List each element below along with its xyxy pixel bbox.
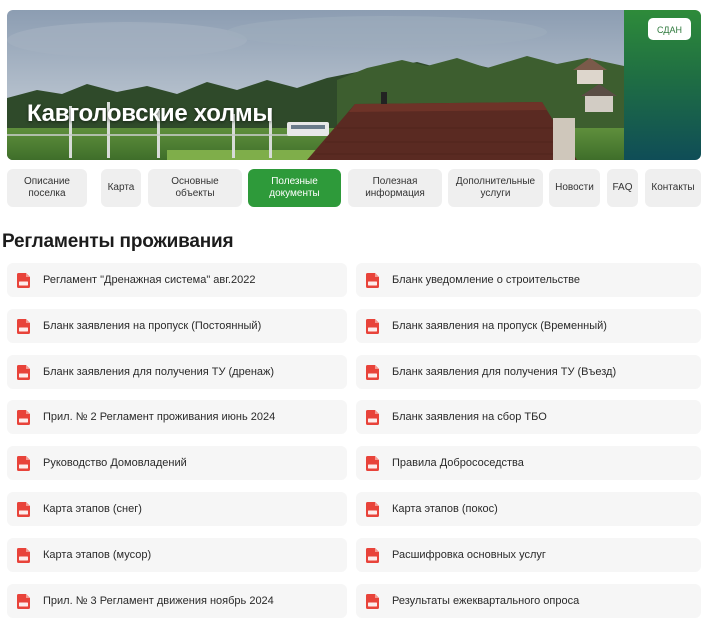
document-item[interactable]: Руководство Домовладений xyxy=(7,446,347,480)
document-label: Прил. № 2 Регламент проживания июнь 2024 xyxy=(43,411,276,423)
nav-item-faq[interactable]: FAQ xyxy=(607,169,638,207)
nav-item-useful-documents[interactable]: Полезные документы xyxy=(248,169,341,207)
document-item[interactable]: Результаты ежеквартального опроса xyxy=(356,584,701,618)
document-item[interactable]: Бланк заявления для получения ТУ (Въезд) xyxy=(356,355,701,389)
document-label: Бланк заявления для получения ТУ (Въезд) xyxy=(392,366,617,378)
document-label: Регламент "Дренажная система" авг.2022 xyxy=(43,274,256,286)
pdf-file-icon xyxy=(17,409,30,425)
document-label: Правила Добрососедства xyxy=(392,457,524,469)
document-item[interactable]: Правила Добрососедства xyxy=(356,446,701,480)
pdf-file-icon xyxy=(17,593,30,609)
document-label: Карта этапов (мусор) xyxy=(43,549,152,561)
document-item[interactable]: Бланк заявления на пропуск (Постоянный) xyxy=(7,309,347,343)
document-item[interactable]: Прил. № 2 Регламент проживания июнь 2024 xyxy=(7,400,347,434)
nav-item-description[interactable]: Описание поселка xyxy=(7,169,87,207)
pdf-file-icon xyxy=(366,593,379,609)
document-item[interactable]: Прил. № 3 Регламент движения ноябрь 2024 xyxy=(7,584,347,618)
document-label: Бланк заявления на пропуск (Временный) xyxy=(392,320,607,332)
document-label: Бланк заявления на пропуск (Постоянный) xyxy=(43,320,262,332)
document-item[interactable]: Карта этапов (покос) xyxy=(356,492,701,526)
pdf-file-icon xyxy=(17,501,30,517)
pdf-file-icon xyxy=(17,455,30,471)
pdf-file-icon xyxy=(366,409,379,425)
document-label: Бланк заявления для получения ТУ (дренаж… xyxy=(43,366,275,378)
document-item[interactable]: Бланк заявления на пропуск (Временный) xyxy=(356,309,701,343)
document-list: Регламент "Дренажная система" авг.2022 Бл… xyxy=(0,263,701,620)
pdf-file-icon xyxy=(366,272,379,288)
hero-side-panel: СДАН xyxy=(624,10,701,160)
nav-item-useful-info[interactable]: Полезная информация xyxy=(348,169,442,207)
document-item[interactable]: Бланк заявления для получения ТУ (дренаж… xyxy=(7,355,347,389)
pdf-file-icon xyxy=(17,364,30,380)
pdf-file-icon xyxy=(17,318,30,334)
document-item[interactable]: Бланк уведомление о строительстве xyxy=(356,263,701,297)
pdf-file-icon xyxy=(366,547,379,563)
document-label: Карта этапов (покос) xyxy=(392,503,498,515)
document-label: Бланк заявления на сбор ТБО xyxy=(392,411,547,423)
document-label: Бланк уведомление о строительстве xyxy=(392,274,580,286)
document-label: Руководство Домовладений xyxy=(43,457,187,469)
document-label: Расшифровка основных услуг xyxy=(392,549,546,561)
section-title: Регламенты проживания xyxy=(2,231,234,252)
nav-item-additional-services[interactable]: Дополнительные услуги xyxy=(448,169,543,207)
nav-item-contacts[interactable]: Контакты xyxy=(645,169,701,207)
pdf-file-icon xyxy=(366,364,379,380)
document-label: Прил. № 3 Регламент движения ноябрь 2024 xyxy=(43,595,274,607)
nav-item-map[interactable]: Карта xyxy=(101,169,141,207)
document-item[interactable]: Регламент "Дренажная система" авг.2022 xyxy=(7,263,347,297)
pdf-file-icon xyxy=(17,272,30,288)
section-nav: Описание поселка Карта Основные объекты … xyxy=(7,169,701,207)
document-item[interactable]: Карта этапов (мусор) xyxy=(7,538,347,572)
document-label: Карта этапов (снег) xyxy=(43,503,142,515)
pdf-file-icon xyxy=(366,501,379,517)
nav-item-news[interactable]: Новости xyxy=(549,169,600,207)
pdf-file-icon xyxy=(366,318,379,334)
document-item[interactable]: Карта этапов (снег) xyxy=(7,492,347,526)
document-item[interactable]: Расшифровка основных услуг xyxy=(356,538,701,572)
nav-item-main-objects[interactable]: Основные объекты xyxy=(148,169,242,207)
status-button[interactable]: СДАН xyxy=(648,18,691,40)
document-item[interactable]: Бланк заявления на сбор ТБО xyxy=(356,400,701,434)
hero-banner: Кавголовские холмы СДАН xyxy=(7,10,701,160)
pdf-file-icon xyxy=(17,547,30,563)
hero-photo xyxy=(7,10,624,160)
pdf-file-icon xyxy=(366,455,379,471)
document-label: Результаты ежеквартального опроса xyxy=(392,595,580,607)
hero-title: Кавголовские холмы xyxy=(27,100,273,127)
